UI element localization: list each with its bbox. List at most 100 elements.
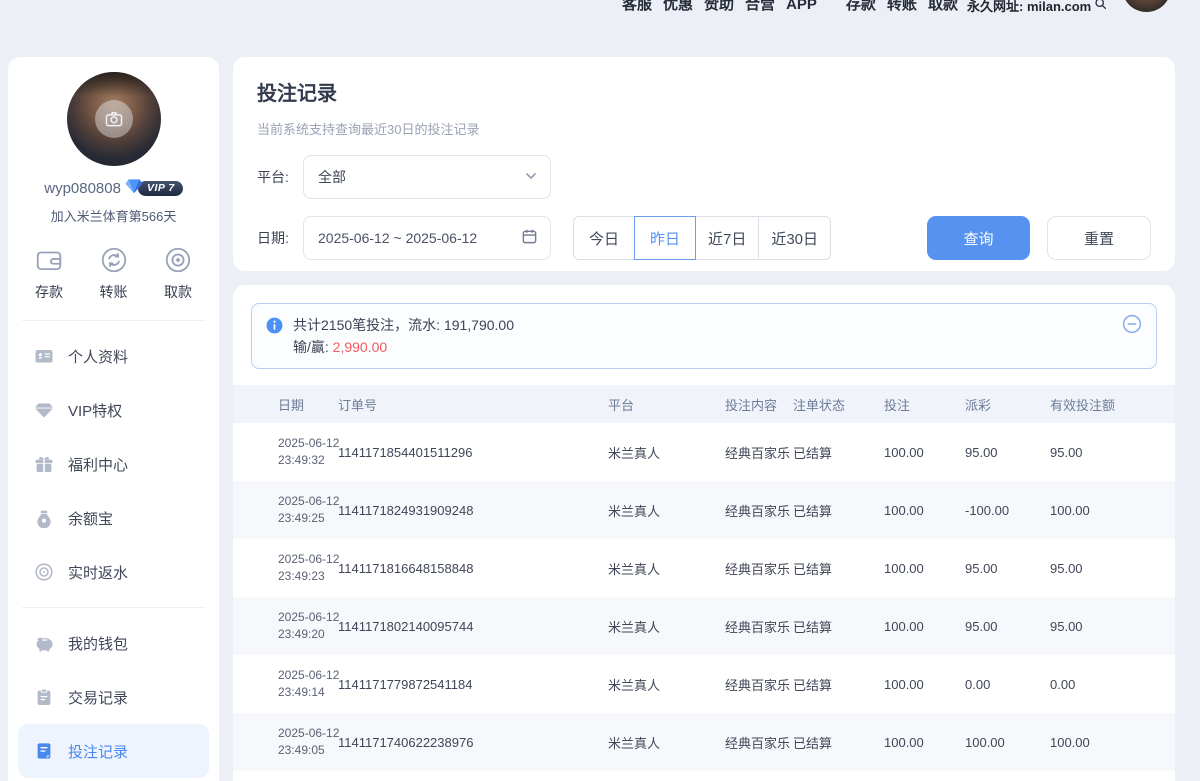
platform-row: 平台: 全部 (257, 155, 1151, 199)
filters-card: 投注记录 当前系统支持查询最近30日的投注记录 平台: 全部 日期: 2025-… (233, 57, 1175, 271)
info-icon (266, 317, 283, 334)
quick-actions: 存款转账 取款 (34, 245, 193, 302)
cell-status: 已结算 (793, 597, 884, 655)
column-header: 派彩 (965, 385, 1050, 423)
cell-platform: 米兰真人 (608, 423, 725, 481)
sidebar-menu: 个人资料 VIP特权福利中心余额宝实时返水我的钱包交易记录投注记录 (8, 321, 219, 778)
chevron-down-icon (524, 169, 538, 186)
sidebar-item-5[interactable]: 实时返水 (8, 545, 219, 599)
summary-line1-label: 共计2150笔投注，流水: (293, 317, 444, 333)
cell-order-no: 1141171824931909248 (338, 481, 608, 539)
cell-date: 2025-06-1223:49:23 (233, 539, 338, 597)
platform-label: 平台: (257, 167, 303, 187)
cell-bet-content: 经典百家乐 (725, 481, 793, 539)
sidebar-item-label: 个人资料 (68, 346, 128, 367)
page-title: 投注记录 (257, 77, 1151, 106)
page: 客服优惠赞助合营APP存款转账取款 永久网址: milan.com wyp080… (0, 0, 1200, 781)
column-header: 投注 (884, 385, 965, 423)
date-row: 日期: 2025-06-12 ~ 2025-06-12 今日昨日近7日近30日 … (257, 216, 1151, 260)
cell-bet-amount: 100.00 (884, 713, 965, 771)
topnav-link-7[interactable]: 转账 (887, 0, 917, 19)
quick-action-transfer[interactable]: 转账 (99, 245, 129, 302)
summary-turnover-value: 191,790.00 (444, 317, 514, 333)
bet-records-table: 日期订单号平台投注内容注单状态投注派彩有效投注额 2025-06-1223:49… (233, 385, 1175, 771)
collapse-minus-icon[interactable] (1122, 314, 1142, 334)
cell-payout: -100.00 (965, 481, 1050, 539)
permanent-url-link[interactable]: 永久网址: milan.com (967, 0, 1107, 18)
date-quick-ranges: 今日昨日近7日近30日 (573, 216, 831, 260)
search-icon[interactable] (1094, 0, 1107, 13)
join-days-text: 加入米兰体育第566天 (8, 206, 219, 225)
range-button-昨日[interactable]: 昨日 (634, 216, 696, 260)
cell-bet-amount: 100.00 (884, 539, 965, 597)
sidebar-item-3[interactable]: 福利中心 (8, 437, 219, 491)
sidebar-item-8[interactable]: 投注记录 (18, 724, 209, 778)
topbar-avatar[interactable] (1122, 0, 1171, 12)
table-row: 2025-06-1223:49:251141171824931909248米兰真… (233, 481, 1175, 539)
sidebar: wyp080808 VIP 7 加入米兰体育第566天 存款转账取款 个人资料V… (8, 57, 219, 781)
cell-date: 2025-06-1223:49:14 (233, 655, 338, 713)
quick-action-label: 取款 (164, 282, 192, 302)
quick-action-label: 转账 (100, 282, 128, 302)
table-row: 2025-06-1223:49:051141171740622238976米兰真… (233, 713, 1175, 771)
time-value: 23:49:05 (278, 742, 338, 759)
summary-box: 共计2150笔投注，流水: 191,790.00 输/赢: 2,990.00 (251, 303, 1157, 369)
cell-status: 已结算 (793, 539, 884, 597)
cell-status: 已结算 (793, 655, 884, 713)
topnav-link-8[interactable]: 取款 (928, 0, 958, 19)
sidebar-item-6[interactable]: 我的钱包 (8, 616, 219, 670)
profile-avatar[interactable] (67, 72, 161, 166)
cell-payout: 95.00 (965, 597, 1050, 655)
date-value: 2025-06-12 (278, 667, 338, 684)
wallet-icon (34, 245, 64, 275)
table-row: 2025-06-1223:49:141141171779872541184米兰真… (233, 655, 1175, 713)
cell-payout: 95.00 (965, 423, 1050, 481)
search-button[interactable]: 查询 (927, 216, 1030, 260)
cell-bet-content: 经典百家乐 (725, 423, 793, 481)
topnav-link-4[interactable]: 合营 (745, 0, 775, 19)
cell-order-no: 1141171854401511296 (338, 423, 608, 481)
sidebar-item-label: 福利中心 (68, 454, 128, 475)
range-button-近30日[interactable]: 近30日 (758, 216, 831, 260)
cell-valid-amount: 95.00 (1050, 597, 1175, 655)
cell-bet-content: 经典百家乐 (725, 655, 793, 713)
cell-date: 2025-06-1223:49:25 (233, 481, 338, 539)
quick-action-wallet[interactable]: 存款 (34, 245, 64, 302)
column-header: 日期 (233, 385, 338, 423)
date-range-input[interactable]: 2025-06-12 ~ 2025-06-12 (303, 216, 551, 260)
calendar-icon (521, 228, 538, 248)
top-navigation: 客服优惠赞助合营 APP 存款转账取款 (622, 0, 958, 19)
sidebar-item-1[interactable]: 个人资料 (8, 329, 219, 383)
sidebar-item-7[interactable]: 交易记录 (8, 670, 219, 724)
quick-action-withdraw[interactable]: 取款 (163, 245, 193, 302)
column-header: 投注内容 (725, 385, 793, 423)
cell-platform: 米兰真人 (608, 539, 725, 597)
sidebar-item-4[interactable]: 余额宝 (8, 491, 219, 545)
platform-select[interactable]: 全部 (303, 155, 551, 199)
topnav-link-2[interactable]: 优惠 (663, 0, 693, 19)
vip-level-label: VIP 7 (138, 181, 183, 196)
table-row: 2025-06-1223:49:321141171854401511296米兰真… (233, 423, 1175, 481)
date-value: 2025-06-12 (278, 435, 338, 452)
clipboard-icon (34, 687, 54, 707)
moneybag-icon (34, 508, 54, 528)
cell-bet-content: 经典百家乐 (725, 539, 793, 597)
sidebar-item-2[interactable]: VIP特权 (8, 383, 219, 437)
cell-valid-amount: 100.00 (1050, 481, 1175, 539)
cell-date: 2025-06-1223:49:05 (233, 713, 338, 771)
table-header-row: 日期订单号平台投注内容注单状态投注派彩有效投注额 (233, 385, 1175, 423)
summary-line2-label: 输/赢: (293, 339, 333, 355)
cell-status: 已结算 (793, 713, 884, 771)
range-button-今日[interactable]: 今日 (573, 216, 635, 260)
range-button-近7日[interactable]: 近7日 (695, 216, 759, 260)
vip-badge[interactable]: VIP 7 (125, 178, 183, 199)
topnav-link-5[interactable]: APP (786, 0, 817, 19)
time-value: 23:49:25 (278, 510, 338, 527)
column-header: 注单状态 (793, 385, 884, 423)
cell-platform: 米兰真人 (608, 655, 725, 713)
topnav-link-3[interactable]: 赞助 (704, 0, 734, 19)
time-value: 23:49:14 (278, 684, 338, 701)
reset-button[interactable]: 重置 (1047, 216, 1151, 260)
topnav-link-6[interactable]: 存款 (846, 0, 876, 19)
topnav-link-1[interactable]: 客服 (622, 0, 652, 19)
